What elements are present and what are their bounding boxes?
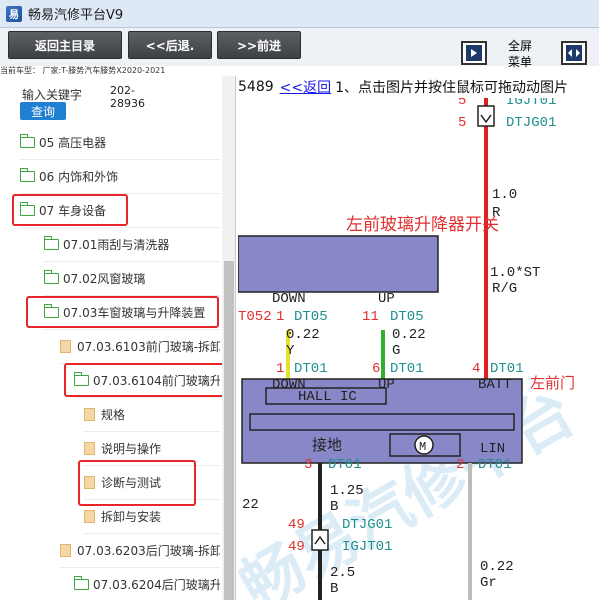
folder-icon: [73, 576, 89, 590]
tree-item-07-03-6204[interactable]: 07.03.6204后门玻璃升: [73, 568, 220, 600]
pin-label: 11: [362, 309, 379, 325]
folder-icon: [19, 134, 35, 148]
highlight-box: [12, 194, 128, 226]
tree-item-07-02[interactable]: 07.02风窗玻璃: [43, 262, 220, 296]
pin-label: 5: [458, 115, 466, 131]
pin-code: IGJT01: [506, 98, 556, 109]
motor-label: M: [419, 440, 426, 454]
highlight-box: [26, 296, 219, 328]
pin-label: 6: [372, 361, 380, 377]
tree-item-07-03-6203[interactable]: 07.03.6203后门玻璃-拆卸: [60, 534, 220, 568]
highlight-box: [78, 460, 196, 506]
pin-code: DTJG01: [506, 115, 556, 131]
pin-label: 49: [288, 517, 305, 533]
pin-code: DT01: [390, 361, 424, 377]
document-icon: [84, 408, 95, 421]
title-bar: 易 畅易汽修平台V9: [0, 0, 599, 28]
connector-bottom: [311, 529, 329, 551]
pin-label: 5: [458, 98, 466, 109]
wire-color: Y: [286, 343, 295, 359]
switch-title: 左前玻璃升降器开关: [346, 215, 499, 235]
wire-size: 0.22: [286, 327, 320, 343]
tree-item-07-01[interactable]: 07.01雨刮与清洗器: [43, 228, 220, 262]
app-logo-icon: 易: [6, 5, 22, 22]
tree-item-07-03-6103[interactable]: 07.03.6103前门玻璃-拆卸: [60, 330, 220, 364]
switch-box: [238, 235, 439, 293]
folder-icon: [43, 270, 59, 284]
page-number: 5489: [238, 79, 274, 95]
forward-button[interactable]: >>前进: [217, 31, 301, 59]
pin-label: 2: [456, 457, 464, 473]
instruction-text: 1、点击图片并按住鼠标可拖动动图片: [335, 80, 569, 96]
fullscreen-button[interactable]: [561, 41, 587, 65]
pin-label: 1: [276, 361, 284, 377]
wire-size: 22: [242, 497, 259, 513]
up-label: UP: [378, 291, 395, 307]
current-model-line: 当前车型： 厂家:T-滕势汽车滕势X2020-2021: [0, 66, 166, 75]
content-nav-line: 5489 <<返回 1、点击图片并按住鼠标可拖动动图片: [238, 77, 568, 97]
query-button[interactable]: 查询: [20, 102, 66, 120]
wire-size: 1.0: [492, 187, 517, 203]
content-panel: 5489 <<返回 1、点击图片并按住鼠标可拖动动图片 畅易汽修平台 5 IGJ…: [238, 76, 599, 600]
ground-label: 接地: [312, 436, 342, 454]
down-label: DOWN: [272, 291, 306, 307]
back-button[interactable]: <<后退.: [128, 31, 212, 59]
pin-label: 3: [304, 457, 312, 473]
hall-ic-label: HALL IC: [298, 389, 357, 405]
fullscreen-menu-label[interactable]: 全屏 菜单: [500, 38, 540, 70]
pin-code: DTJG01: [342, 517, 392, 533]
panel-left-icon: [466, 45, 482, 61]
document-icon: [60, 544, 71, 557]
wire-color: R/G: [492, 281, 517, 297]
tree-item-06[interactable]: 06 内饰和外饰: [19, 160, 220, 194]
wire-color: B: [330, 581, 338, 597]
keyword-input[interactable]: 202- 28936: [110, 84, 145, 110]
tree-scrollbar[interactable]: [222, 76, 235, 600]
folder-icon: [19, 168, 35, 182]
pin-code: DT01: [294, 361, 328, 377]
wire-color: Gr: [480, 575, 497, 591]
wiring-diagram[interactable]: 畅易汽修平台 5 IGJT01 5 DTJG01 1.0 R 左前玻璃升降器开关…: [238, 98, 599, 600]
home-button[interactable]: 返回主目录: [8, 31, 122, 59]
highlight-box: [64, 363, 230, 397]
collapse-left-button[interactable]: [461, 41, 487, 65]
scrollbar-thumb[interactable]: [224, 261, 234, 600]
expand-icon: [566, 45, 582, 61]
wire-size: 0.22: [392, 327, 426, 343]
pin-code: DT01: [478, 457, 512, 473]
document-icon: [60, 340, 71, 353]
window-title: 畅易汽修平台V9: [28, 8, 124, 23]
module-pin-label: BATT: [478, 377, 512, 393]
wire-size: 1.25: [330, 483, 364, 499]
pin-code: DT05: [294, 309, 328, 325]
wire-color: B: [330, 499, 338, 515]
pin-label: 49: [288, 539, 305, 555]
wire-color: G: [392, 343, 400, 359]
pin-code: DT01: [328, 457, 362, 473]
pin-label: 4: [472, 361, 480, 377]
keyword-label: 输入关键字: [22, 88, 83, 102]
wire-size: 2.5: [330, 565, 355, 581]
pin-code: DT05: [390, 309, 424, 325]
document-icon: [84, 510, 95, 523]
wire-code: T052: [238, 309, 272, 325]
pin-label: 1: [276, 309, 284, 325]
toolbar: 返回主目录 <<后退. >>前进 全屏 菜单: [0, 28, 599, 69]
return-link[interactable]: <<返回: [280, 77, 331, 97]
wire-size: 0.22: [480, 559, 514, 575]
document-icon: [84, 442, 95, 455]
door-label: 左前门: [530, 374, 575, 392]
tree-item-spec[interactable]: 规格: [84, 398, 220, 432]
tree-item-05[interactable]: 05 高压电器: [19, 126, 220, 160]
pin-code: DT01: [490, 361, 524, 377]
circuit-bar: [249, 413, 515, 431]
folder-icon: [43, 236, 59, 250]
wire-spec: 1.0*ST: [490, 265, 540, 281]
catalog-panel: 输入关键字 202- 28936 查询 05 高压电器 06 内饰和外饰 07 …: [0, 76, 236, 600]
pin-code: IGJT01: [342, 539, 392, 555]
lin-label: LIN: [480, 441, 505, 457]
